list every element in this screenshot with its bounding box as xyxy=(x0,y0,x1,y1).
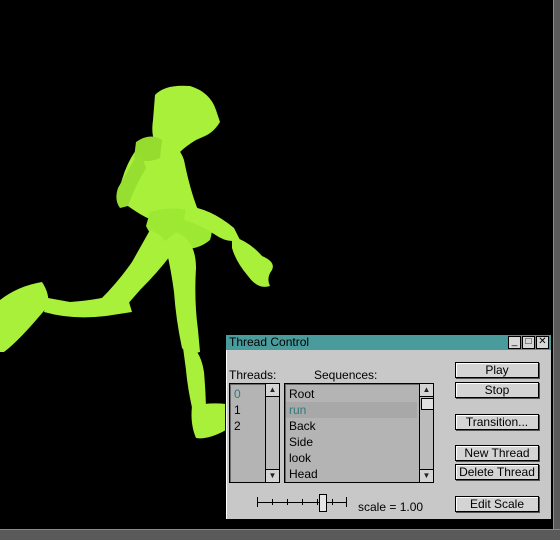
threads-scrollbar[interactable]: ▲ ▼ xyxy=(265,384,279,482)
list-item[interactable]: 1 xyxy=(234,402,241,418)
sequences-scrollbar[interactable]: ▲ ▼ xyxy=(419,384,434,482)
slider-tick xyxy=(346,497,347,507)
play-button[interactable]: Play xyxy=(455,362,539,378)
viewport-frame-right xyxy=(553,0,560,540)
threads-label: Threads: xyxy=(229,368,277,382)
list-item[interactable]: 2 xyxy=(234,418,241,434)
window-title: Thread Control xyxy=(229,335,310,349)
list-item[interactable]: Side xyxy=(289,434,313,450)
minimize-button[interactable]: _ xyxy=(508,336,521,349)
list-item[interactable]: Root xyxy=(289,386,314,402)
list-item[interactable]: Head xyxy=(289,466,318,482)
thread-control-window: Thread Control _ □ ✕ Threads: Sequences:… xyxy=(225,334,552,520)
scroll-thumb[interactable] xyxy=(421,398,434,410)
slider-tick xyxy=(317,499,318,505)
transition-button[interactable]: Transition... xyxy=(455,414,539,430)
list-item[interactable]: Back xyxy=(289,418,316,434)
scale-value: scale = 1.00 xyxy=(358,500,424,514)
stop-button[interactable]: Stop xyxy=(455,382,539,398)
slider-tick xyxy=(257,497,258,507)
scroll-down-arrow-icon[interactable]: ▼ xyxy=(266,469,279,482)
delete-thread-button[interactable]: Delete Thread xyxy=(455,464,539,480)
slider-tick xyxy=(302,499,303,505)
viewport-frame-bottom xyxy=(0,529,560,540)
new-thread-button[interactable]: New Thread xyxy=(455,445,539,461)
slider-tick xyxy=(287,499,288,505)
list-item[interactable]: run xyxy=(289,402,306,418)
list-item[interactable]: look xyxy=(289,450,311,466)
scroll-up-arrow-icon[interactable]: ▲ xyxy=(266,384,279,397)
list-item[interactable]: 0 xyxy=(234,386,241,402)
sequences-label: Sequences: xyxy=(314,368,378,382)
sequences-list[interactable]: Root run Back Side look Head ▲ ▼ xyxy=(284,383,434,483)
window-titlebar[interactable]: Thread Control _ □ ✕ xyxy=(226,335,551,350)
scroll-up-arrow-icon[interactable]: ▲ xyxy=(420,384,433,397)
slider-tick xyxy=(332,499,333,505)
maximize-button[interactable]: □ xyxy=(522,336,535,349)
slider-tick xyxy=(272,499,273,505)
edit-scale-button[interactable]: Edit Scale xyxy=(455,496,539,512)
threads-list[interactable]: 0 1 2 ▲ ▼ xyxy=(229,383,280,483)
scroll-down-arrow-icon[interactable]: ▼ xyxy=(420,469,433,482)
slider-thumb[interactable] xyxy=(319,494,327,512)
close-button[interactable]: ✕ xyxy=(536,336,549,349)
